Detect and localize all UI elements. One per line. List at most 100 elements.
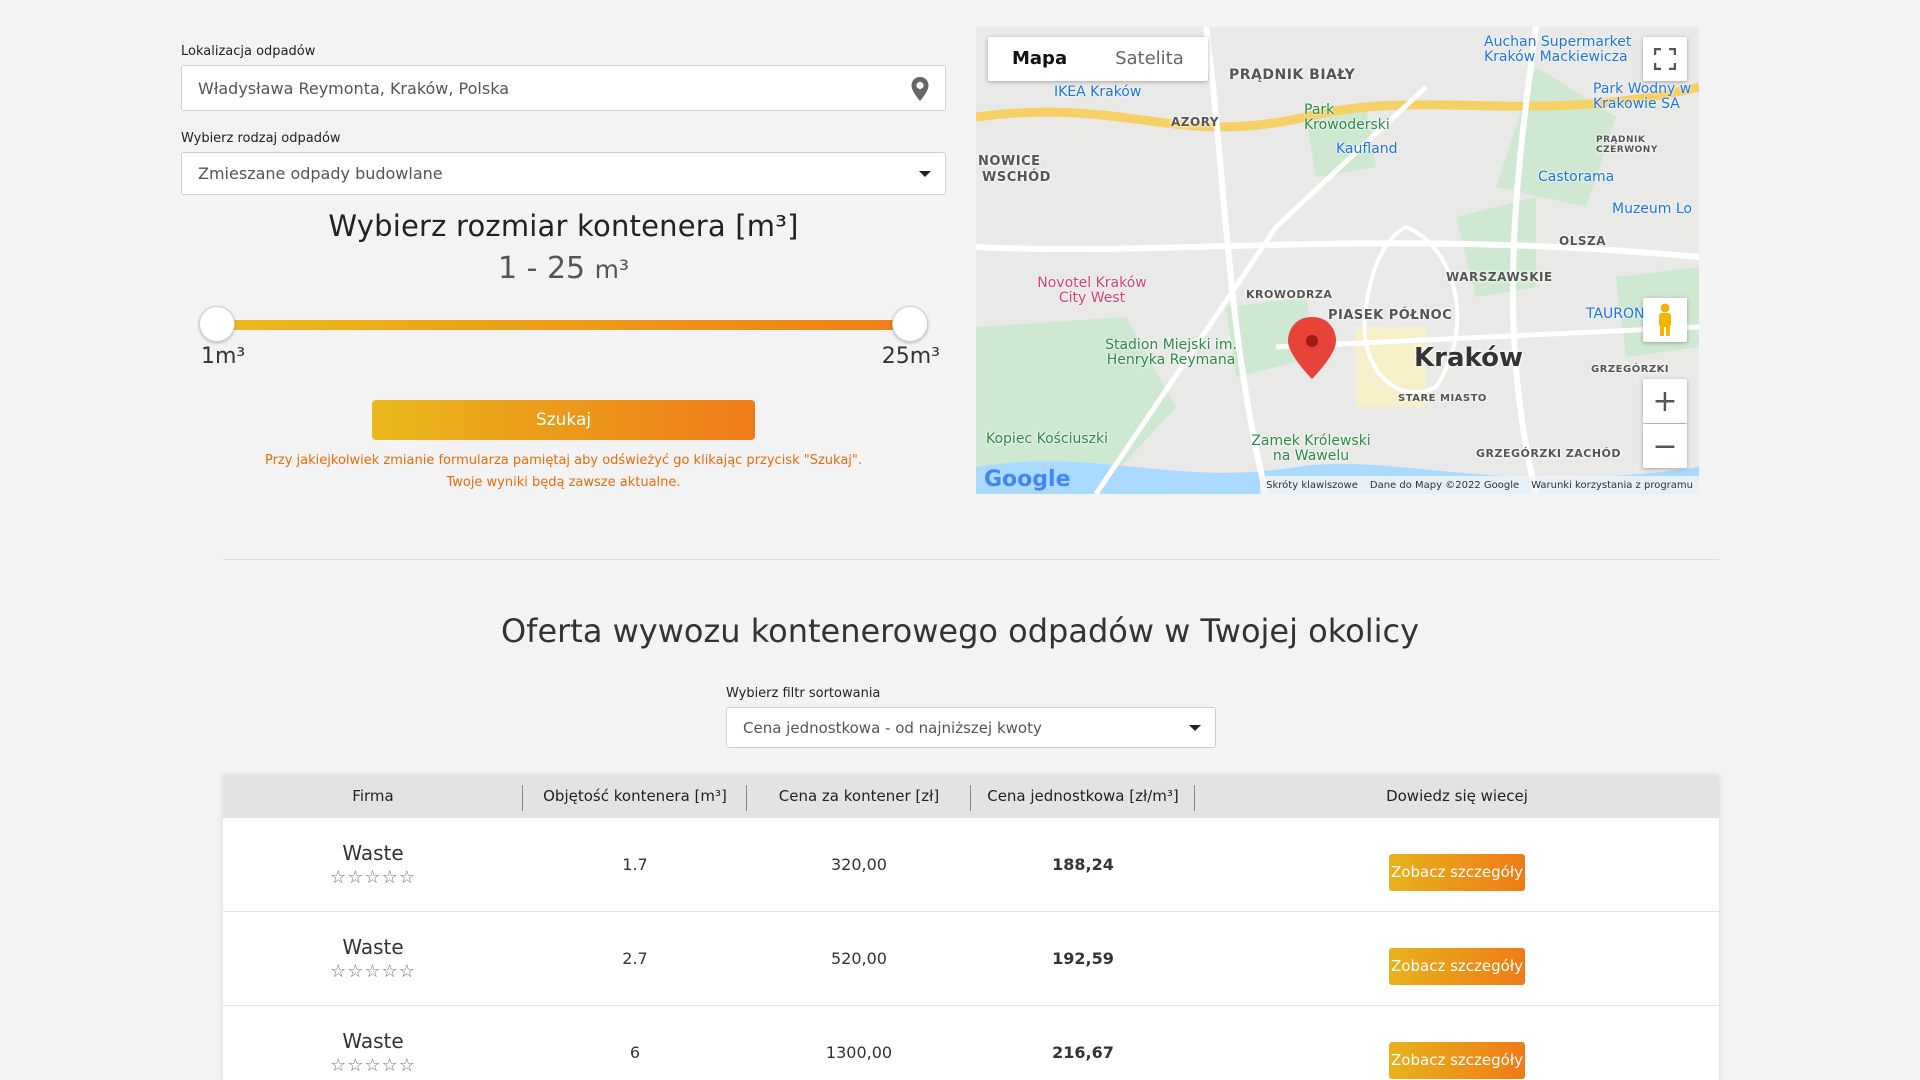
details-button[interactable]: Zobacz szczegóły bbox=[1389, 948, 1525, 985]
price-cell: 320,00 bbox=[831, 855, 887, 874]
slider-max-handle[interactable] bbox=[892, 306, 928, 342]
map-place-label: AZORY bbox=[1171, 115, 1219, 129]
header-details: Dowiedz się wiecej bbox=[1386, 787, 1528, 805]
company-name: Waste bbox=[342, 1029, 404, 1053]
search-form: Lokalizacja odpadów Władysława Reymonta,… bbox=[181, 26, 946, 494]
rating-stars-icon[interactable]: ☆☆☆☆☆ bbox=[223, 867, 523, 888]
header-volume[interactable]: Objętość kontenera [m³] bbox=[523, 785, 747, 811]
map-place-label: KROWODRZA bbox=[1246, 288, 1333, 301]
map-place-label: PRĄDNIK BIAŁY bbox=[1229, 67, 1356, 83]
map-poi-label[interactable]: Auchan Supermarket Kraków Mackiewicza bbox=[1484, 35, 1664, 65]
container-size-range: 1 - 25 m³ bbox=[181, 251, 946, 286]
sort-value: Cena jednostkowa - od najniższej kwoty bbox=[743, 718, 1042, 737]
map-poi-label[interactable]: Kaufland bbox=[1336, 142, 1398, 157]
map-place-label: GRZEGÓRZKI ZACHÓD bbox=[1476, 447, 1622, 460]
table-row: Waste ☆☆☆☆☆ 6 1300,00 216,67 Zobacz szcz… bbox=[223, 1006, 1719, 1080]
map[interactable]: Mapa Satelita + − Kraków PRĄDNIK BIAŁY A… bbox=[976, 27, 1699, 494]
details-cell: Zobacz szczegóły bbox=[1195, 932, 1719, 985]
map-place-label: OLSZA bbox=[1559, 234, 1606, 248]
map-poi-label[interactable]: Park Krowoderski bbox=[1304, 103, 1404, 133]
price-cell: 1300,00 bbox=[825, 1043, 893, 1062]
map-poi-label[interactable]: Zamek Królewski na Wawelu bbox=[1246, 434, 1376, 464]
location-pin-icon[interactable] bbox=[909, 76, 931, 102]
table-row: Waste ☆☆☆☆☆ 2.7 520,00 192,59 Zobacz szc… bbox=[223, 912, 1719, 1006]
map-poi-label[interactable]: Park Wodny w Krakowie SA bbox=[1593, 82, 1693, 112]
container-size-slider[interactable]: 1m³ 25m³ bbox=[181, 304, 946, 369]
company-name: Waste bbox=[342, 841, 404, 865]
volume-cell: 2.7 bbox=[622, 949, 648, 968]
container-size-title: Wybierz rozmiar kontenera [m³] bbox=[328, 209, 799, 243]
waste-type-value: Zmieszane odpady budowlane bbox=[198, 164, 443, 183]
company-cell: Waste ☆☆☆☆☆ bbox=[223, 935, 523, 982]
map-poi-label[interactable]: Muzeum Lo bbox=[1612, 202, 1692, 217]
notice-line-2: Twoje wyniki będą zawsze aktualne. bbox=[446, 475, 681, 490]
map-terms-link[interactable]: Warunki korzystania z programu bbox=[1531, 480, 1693, 491]
map-place-label: PIASEK PÓŁNOC bbox=[1328, 308, 1453, 323]
volume-cell: 6 bbox=[629, 1043, 641, 1062]
map-shortcuts-link[interactable]: Skróty klawiszowe bbox=[1266, 480, 1358, 491]
header-unit-price[interactable]: Cena jednostkowa [zł/m³] bbox=[971, 785, 1195, 811]
company-cell: Waste ☆☆☆☆☆ bbox=[223, 1029, 523, 1076]
details-cell: Zobacz szczegóły bbox=[1195, 1026, 1719, 1079]
details-cell: Zobacz szczegóły bbox=[1195, 838, 1719, 891]
map-place-label: PRĄDNIK CZERWONY bbox=[1596, 135, 1658, 155]
slider-min-label: 1m³ bbox=[201, 344, 246, 369]
map-poi-label[interactable]: Novotel Kraków City West bbox=[1032, 276, 1152, 306]
price-cell: 520,00 bbox=[831, 949, 887, 968]
chevron-down-icon bbox=[1189, 724, 1201, 731]
unit-price-cell: 188,24 bbox=[1052, 855, 1114, 874]
waste-type-select[interactable]: Zmieszane odpady budowlane bbox=[181, 152, 946, 195]
map-poi-label[interactable]: Castorama bbox=[1538, 170, 1614, 185]
offers-table: Firma Objętość kontenera [m³] Cena za ko… bbox=[223, 774, 1719, 1080]
map-poi-label[interactable]: TAURON bbox=[1586, 307, 1645, 322]
map-place-label: NOWICE bbox=[978, 154, 1041, 169]
google-logo: Google bbox=[984, 467, 1071, 492]
location-input[interactable]: Władysława Reymonta, Kraków, Polska bbox=[181, 65, 946, 111]
pegman-icon[interactable] bbox=[1643, 298, 1687, 342]
map-poi-label[interactable]: Kopiec Kościuszki bbox=[986, 432, 1108, 447]
details-button[interactable]: Zobacz szczegóły bbox=[1389, 854, 1525, 891]
rating-stars-icon[interactable]: ☆☆☆☆☆ bbox=[223, 961, 523, 982]
tab-satellite[interactable]: Satelita bbox=[1091, 37, 1208, 81]
offers-title: Oferta wywozu kontenerowego odpadów w Tw… bbox=[500, 612, 1420, 650]
company-name: Waste bbox=[342, 935, 404, 959]
sort-filter: Wybierz filtr sortowania Cena jednostkow… bbox=[726, 686, 1216, 748]
company-cell: Waste ☆☆☆☆☆ bbox=[223, 841, 523, 888]
map-footer: Skróty klawiszowe Dane do Mapy ©2022 Goo… bbox=[1260, 476, 1699, 494]
tab-map[interactable]: Mapa bbox=[988, 37, 1091, 81]
notice-line-1: Przy jakiejkolwiek zmianie formularza pa… bbox=[264, 453, 863, 468]
unit-price-cell: 192,59 bbox=[1052, 949, 1114, 968]
map-type-tabs: Mapa Satelita bbox=[988, 37, 1208, 81]
unit-price-cell: 216,67 bbox=[1052, 1043, 1114, 1062]
map-city-label: Kraków bbox=[1414, 343, 1523, 373]
map-poi-label[interactable]: Stadion Miejski im. Henryka Reymana bbox=[1096, 338, 1246, 368]
map-place-label: GRZEGÓRZKI bbox=[1591, 364, 1670, 375]
waste-type-label: Wybierz rodzaj odpadów bbox=[181, 131, 341, 146]
map-data-credit: Dane do Mapy ©2022 Google bbox=[1369, 479, 1520, 491]
map-poi-label[interactable]: IKEA Kraków bbox=[1054, 85, 1141, 100]
section-divider bbox=[223, 559, 1719, 560]
location-value: Władysława Reymonta, Kraków, Polska bbox=[198, 78, 509, 98]
slider-max-label: 25m³ bbox=[881, 344, 940, 369]
sort-label: Wybierz filtr sortowania bbox=[726, 686, 881, 701]
details-button[interactable]: Zobacz szczegóły bbox=[1389, 1042, 1525, 1079]
volume-cell: 1.7 bbox=[622, 855, 648, 874]
map-place-label: STARE MIASTO bbox=[1398, 393, 1487, 404]
map-place-label: WARSZAWSKIE bbox=[1446, 270, 1553, 284]
refresh-notice: Przy jakiejkolwiek zmianie formularza pa… bbox=[181, 450, 946, 494]
rating-stars-icon[interactable]: ☆☆☆☆☆ bbox=[223, 1055, 523, 1076]
chevron-down-icon bbox=[919, 170, 931, 177]
slider-track[interactable] bbox=[217, 320, 910, 330]
location-label: Lokalizacja odpadów bbox=[181, 44, 316, 59]
zoom-out-button[interactable]: − bbox=[1643, 424, 1687, 468]
size-range-value: 1 - 25 bbox=[497, 251, 586, 286]
google-logo-text: Google bbox=[984, 467, 1071, 492]
header-price[interactable]: Cena za kontener [zł] bbox=[747, 785, 971, 811]
table-row: Waste ☆☆☆☆☆ 1.7 320,00 188,24 Zobacz szc… bbox=[223, 818, 1719, 912]
search-button[interactable]: Szukaj bbox=[372, 400, 755, 440]
header-company[interactable]: Firma bbox=[223, 785, 523, 811]
size-range-unit: m³ bbox=[594, 255, 630, 284]
zoom-in-button[interactable]: + bbox=[1643, 379, 1687, 423]
sort-select[interactable]: Cena jednostkowa - od najniższej kwoty bbox=[726, 707, 1216, 748]
slider-min-handle[interactable] bbox=[199, 306, 235, 342]
